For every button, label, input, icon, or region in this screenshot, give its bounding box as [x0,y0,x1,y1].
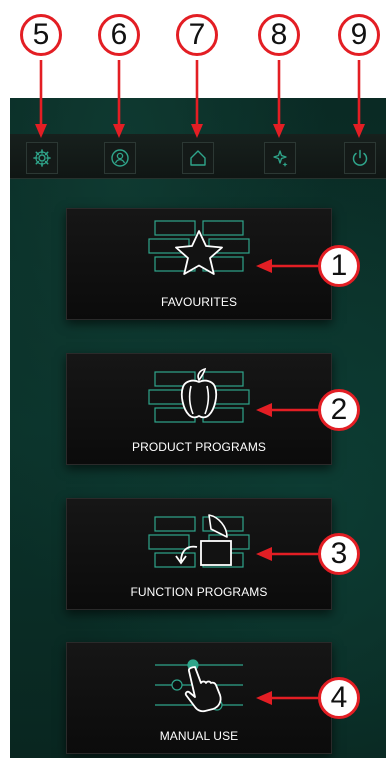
callout-5: 5 [20,14,62,56]
pepper-icon [148,367,250,423]
home-icon [190,150,206,166]
gear-icon [33,149,51,167]
sparkle-icon [273,150,288,167]
touch-hand-icon [155,659,243,713]
favourites-label: FAVOURITES [160,295,238,309]
callout-1: 1 [318,245,360,287]
cleaning-button[interactable] [264,142,296,174]
callout-7: 7 [176,14,218,56]
callout-2: 2 [318,389,360,431]
callout-4: 4 [318,677,360,719]
function-icon [148,514,250,568]
power-icon [352,149,368,166]
power-button[interactable] [344,142,376,174]
user-icon [111,149,129,167]
callout-3: 3 [318,533,360,575]
favourites-button[interactable]: FAVOURITES [66,208,332,320]
product-programs-button[interactable]: PRODUCT PROGRAMS [66,353,332,465]
settings-button[interactable] [26,142,58,174]
manual-use-label: MANUAL USE [159,729,239,743]
callout-6: 6 [98,14,140,56]
home-button[interactable] [182,142,214,174]
product-programs-label: PRODUCT PROGRAMS [131,440,267,454]
star-icon [148,220,250,275]
callout-8: 8 [258,14,300,56]
function-programs-button[interactable]: FUNCTION PROGRAMS [66,498,332,610]
user-button[interactable] [104,142,136,174]
callout-9: 9 [338,14,380,56]
function-programs-label: FUNCTION PROGRAMS [130,585,268,599]
manual-use-button[interactable]: MANUAL USE [66,642,332,754]
